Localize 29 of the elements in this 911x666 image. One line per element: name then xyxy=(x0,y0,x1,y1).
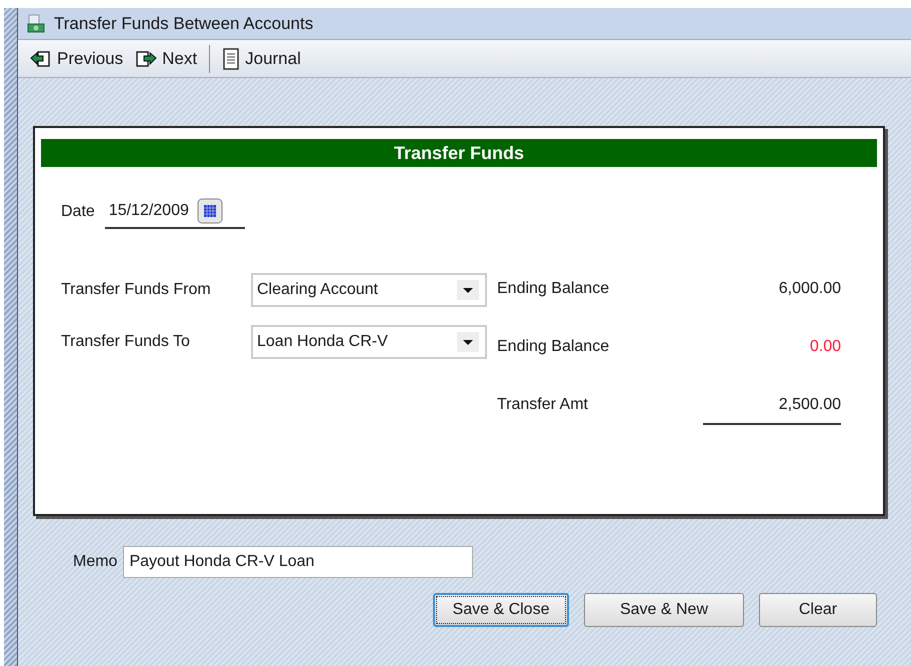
amount-label: Ending Balance xyxy=(497,279,610,299)
memo-field[interactable]: Payout Honda CR-V Loan xyxy=(123,546,474,578)
toolbar-button[interactable]: Next xyxy=(135,46,198,72)
dialog-button[interactable]: Save & New xyxy=(584,593,744,627)
back-arrow-icon xyxy=(30,50,52,68)
dialog-button[interactable]: Save & Close xyxy=(433,593,569,627)
amount-value: 0.00 xyxy=(808,337,841,357)
dropdown-caret-icon[interactable] xyxy=(457,332,479,352)
amount-label: Ending Balance xyxy=(497,337,610,357)
document-icon xyxy=(222,48,240,70)
field-label: Transfer Funds To xyxy=(61,332,191,352)
toolbar-button[interactable]: Journal xyxy=(222,46,301,72)
amount-value: 2,500.00 xyxy=(703,393,841,425)
field-label: Transfer Funds From xyxy=(61,280,212,300)
calendar-icon[interactable] xyxy=(196,198,223,224)
dropdown-caret-icon[interactable] xyxy=(457,280,479,300)
account-dropdown[interactable]: Clearing Account xyxy=(251,273,487,307)
toolbar-button[interactable]: Previous xyxy=(30,46,124,72)
window-title: Transfer Funds Between Accounts xyxy=(54,12,314,35)
date-field[interactable]: 15/12/2009 xyxy=(104,195,245,229)
dialog-button[interactable]: Clear xyxy=(759,593,877,627)
form-header: Transfer Funds xyxy=(41,139,877,167)
amount-value: 6,000.00 xyxy=(778,279,841,299)
memo-label: Memo xyxy=(73,552,118,572)
amount-label: Transfer Amt xyxy=(497,395,588,415)
forward-arrow-icon xyxy=(135,50,158,68)
money-icon xyxy=(26,14,46,34)
date-label: Date xyxy=(61,202,95,222)
account-dropdown[interactable]: Loan Honda CR-V xyxy=(251,325,487,359)
